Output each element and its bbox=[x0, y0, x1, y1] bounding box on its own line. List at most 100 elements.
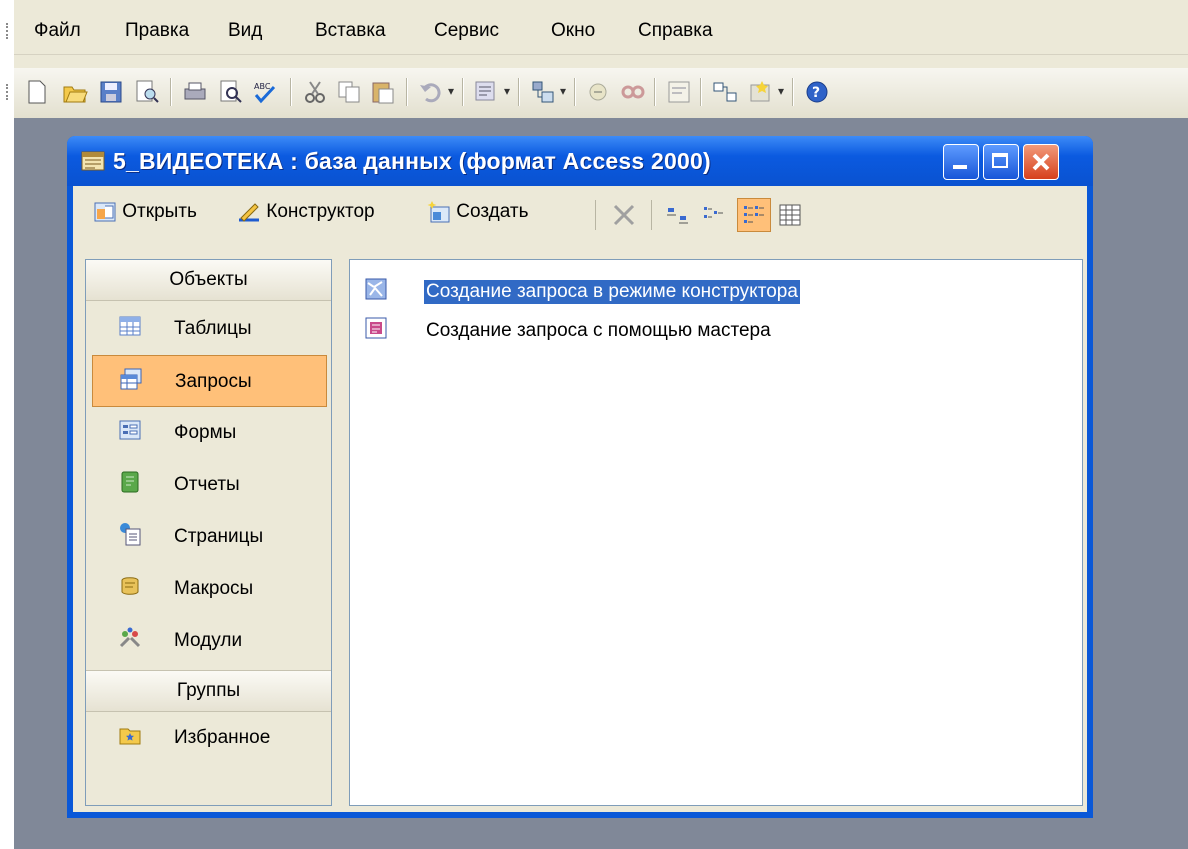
spelling-icon[interactable]: ABC bbox=[252, 79, 278, 105]
object-reports[interactable]: Отчеты bbox=[86, 459, 331, 509]
toolbar-separator bbox=[574, 78, 576, 106]
report-icon bbox=[121, 471, 139, 493]
create-button[interactable]: Создать bbox=[427, 200, 529, 224]
form-icon bbox=[119, 420, 141, 440]
menu-window[interactable]: Окно bbox=[551, 20, 595, 42]
list-item-label: Создание запроса в режиме конструктора bbox=[424, 280, 800, 304]
list-view-button[interactable] bbox=[737, 198, 771, 232]
list-item-design-query[interactable]: Создание запроса в режиме конструктора bbox=[364, 277, 1064, 307]
office-links-icon[interactable] bbox=[474, 79, 500, 105]
details-view-icon[interactable] bbox=[777, 202, 803, 228]
window-titlebar[interactable]: 5_ВИДЕОТЕКА : база данных (формат Access… bbox=[67, 136, 1093, 186]
object-label: Макросы bbox=[174, 578, 254, 599]
menu-view[interactable]: Вид bbox=[228, 20, 262, 42]
properties-icon[interactable] bbox=[666, 79, 692, 105]
query-design-icon bbox=[365, 278, 387, 300]
toolbar-separator bbox=[595, 200, 596, 230]
objects-pane: Объекты Таблицы Запросы Формы Отчеты Стр… bbox=[85, 259, 332, 806]
undo-icon[interactable] bbox=[418, 79, 444, 105]
save-icon[interactable] bbox=[98, 79, 124, 105]
create-label: Создать bbox=[456, 201, 529, 223]
object-label: Запросы bbox=[175, 371, 252, 392]
open-folder-icon[interactable] bbox=[62, 79, 88, 105]
window-client: Открыть Конструктор Создать Объекты Табл… bbox=[73, 186, 1087, 812]
design-icon bbox=[239, 203, 259, 222]
standard-toolbar: ABC ▾ ▾ ▾ ▾ ? bbox=[6, 68, 1188, 118]
close-button[interactable] bbox=[1023, 144, 1059, 180]
object-modules[interactable]: Модули bbox=[86, 615, 331, 665]
help-icon[interactable]: ? bbox=[804, 79, 830, 105]
objects-header[interactable]: Объекты bbox=[86, 260, 331, 301]
object-label: Отчеты bbox=[174, 474, 240, 495]
maximize-button[interactable] bbox=[983, 144, 1019, 180]
toolbar-separator bbox=[462, 78, 464, 106]
menu-file[interactable]: Файл bbox=[34, 20, 81, 42]
new-document-icon[interactable] bbox=[24, 79, 50, 105]
new-object-icon[interactable] bbox=[748, 79, 774, 105]
menu-bar: Файл Правка Вид Вставка Сервис Окно Спра… bbox=[6, 8, 1188, 55]
database-icon[interactable] bbox=[81, 150, 105, 172]
object-tables[interactable]: Таблицы bbox=[86, 303, 331, 353]
delete-icon[interactable] bbox=[611, 202, 637, 228]
object-queries[interactable]: Запросы bbox=[92, 355, 327, 407]
toolbar-separator bbox=[406, 78, 408, 106]
close-icon bbox=[1032, 153, 1050, 171]
menu-tools[interactable]: Сервис bbox=[434, 20, 499, 42]
toolbar-separator bbox=[792, 78, 794, 106]
table-icon bbox=[119, 316, 141, 336]
module-icon bbox=[119, 627, 141, 648]
list-view-icon bbox=[744, 206, 764, 223]
analyze-icon[interactable] bbox=[530, 79, 556, 105]
new-object-dropdown-icon[interactable]: ▾ bbox=[778, 84, 784, 98]
office-links-dropdown-icon[interactable]: ▾ bbox=[504, 84, 510, 98]
large-icons-view-icon[interactable] bbox=[665, 203, 691, 227]
svg-text:ABC: ABC bbox=[254, 82, 271, 91]
database-window: 5_ВИДЕОТЕКА : база данных (формат Access… bbox=[67, 136, 1093, 818]
objects-list: Создание запроса в режиме конструктора С… bbox=[349, 259, 1083, 806]
database-toolbar: Открыть Конструктор Создать bbox=[73, 186, 1087, 244]
object-macros[interactable]: Макросы bbox=[86, 563, 331, 613]
toolbar-grip[interactable] bbox=[6, 84, 11, 100]
object-forms[interactable]: Формы bbox=[86, 407, 331, 457]
script-editor-icon[interactable] bbox=[620, 79, 646, 105]
group-favorites[interactable]: Избранное bbox=[86, 712, 331, 762]
menu-edit[interactable]: Правка bbox=[125, 20, 189, 42]
copy-icon[interactable] bbox=[336, 79, 362, 105]
relationships-icon[interactable] bbox=[712, 79, 738, 105]
design-label: Конструктор bbox=[266, 201, 375, 223]
toolbar-separator bbox=[290, 78, 292, 106]
paste-icon[interactable] bbox=[370, 79, 396, 105]
toolbar-separator bbox=[518, 78, 520, 106]
cut-icon[interactable] bbox=[302, 79, 328, 105]
code-icon[interactable] bbox=[586, 79, 612, 105]
design-button[interactable]: Конструктор bbox=[237, 200, 375, 224]
object-pages[interactable]: Страницы bbox=[86, 511, 331, 561]
favorites-label: Избранное bbox=[174, 727, 271, 748]
open-object-icon bbox=[94, 202, 116, 222]
query-icon bbox=[120, 368, 142, 390]
menubar-grip[interactable] bbox=[6, 23, 11, 39]
object-label: Формы bbox=[174, 422, 237, 443]
undo-dropdown-icon[interactable]: ▾ bbox=[448, 84, 454, 98]
query-wizard-icon bbox=[365, 317, 387, 339]
analyze-dropdown-icon[interactable]: ▾ bbox=[560, 84, 566, 98]
list-item-wizard-query[interactable]: Создание запроса с помощью мастера bbox=[364, 316, 1064, 346]
svg-text:?: ? bbox=[812, 85, 820, 101]
print-preview-icon[interactable] bbox=[218, 79, 244, 105]
small-icons-view-icon[interactable] bbox=[701, 203, 727, 227]
open-button[interactable]: Открыть bbox=[93, 200, 197, 224]
access-application: Файл Правка Вид Вставка Сервис Окно Спра… bbox=[0, 0, 1188, 849]
file-search-icon[interactable] bbox=[134, 79, 160, 105]
groups-header[interactable]: Группы bbox=[86, 670, 331, 712]
menu-insert[interactable]: Вставка bbox=[315, 20, 386, 42]
menu-help[interactable]: Справка bbox=[638, 20, 713, 42]
macro-icon bbox=[121, 577, 139, 595]
minimize-button[interactable] bbox=[943, 144, 979, 180]
object-label: Таблицы bbox=[174, 318, 252, 339]
create-icon bbox=[427, 201, 450, 223]
window-title: 5_ВИДЕОТЕКА : база данных (формат Access… bbox=[113, 148, 711, 174]
toolbar-separator bbox=[170, 78, 172, 106]
object-label: Страницы bbox=[174, 526, 264, 547]
open-label: Открыть bbox=[122, 201, 197, 223]
print-icon[interactable] bbox=[182, 79, 208, 105]
